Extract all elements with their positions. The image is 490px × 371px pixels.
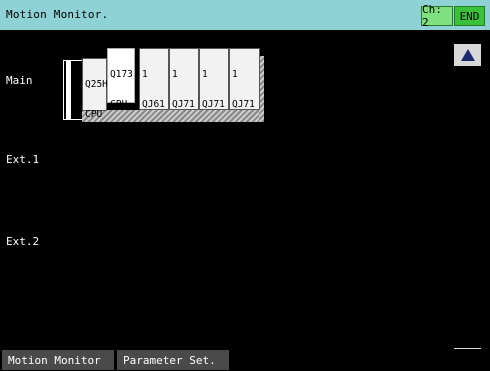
tab-motion-monitor[interactable]: Motion Monitor <box>2 350 114 370</box>
module-points: 32P <box>239 159 257 170</box>
row-label-ext1: Ext.1 <box>6 153 40 166</box>
scroll-up-button[interactable] <box>453 43 482 67</box>
module-slot-4[interactable]: 1 QJ71 LP21 32P 20 <box>169 48 199 200</box>
module-points: 32P <box>178 159 196 170</box>
module-label: LP21 <box>202 129 225 140</box>
module-label: CPU <box>85 109 103 120</box>
screen-title: Motion Monitor. <box>6 8 109 21</box>
module-address: 60 <box>245 189 257 200</box>
module-address: 0 <box>160 189 166 200</box>
module-label: 1 <box>85 139 91 150</box>
module-address: 20 <box>184 189 196 200</box>
module-slot-5[interactable]: 1 QJ71 LP21 32P 40 <box>199 48 229 200</box>
title-bar: Motion Monitor. Ch: 2 END <box>0 0 490 30</box>
module-points: 32P <box>148 159 166 170</box>
module-label: Q173 <box>110 69 133 80</box>
row-label-ext2: Ext.2 <box>6 235 40 248</box>
module-label: QJ71 <box>172 99 195 110</box>
module-label: LP21 <box>172 129 195 140</box>
row-label-main: Main <box>6 74 33 87</box>
module-points: 32P <box>208 159 226 170</box>
module-label: 2 <box>110 129 116 140</box>
module-label: BT11 <box>142 129 165 140</box>
module-slot-cpu2[interactable]: Q173 CPU 2 <box>107 48 135 140</box>
power-supply-bar <box>66 60 71 120</box>
module-label: CPU <box>110 99 128 110</box>
tab-parameter-set[interactable]: Parameter Set. <box>117 350 229 370</box>
module-label: LP21 <box>232 129 255 140</box>
module-slot-cpu1[interactable]: Q25H CPU 1 <box>82 58 108 150</box>
module-label: QJ71 <box>232 99 255 110</box>
module-label: Q25H <box>85 79 108 90</box>
triangle-up-icon <box>460 49 475 61</box>
end-button[interactable]: END <box>454 6 485 26</box>
base-unit-rack: Q25H CPU 1 Q173 CPU 2 1 QJ61 BT11 32P 0 … <box>63 48 268 200</box>
module-slot-3[interactable]: 1 QJ61 BT11 32P 0 <box>139 48 169 200</box>
module-label: 1 <box>172 69 178 80</box>
channel-button[interactable]: Ch: 2 <box>421 3 453 29</box>
module-label: 1 <box>232 69 238 80</box>
module-label: 1 <box>202 69 208 80</box>
module-label: 1 <box>142 69 148 80</box>
module-slot-6[interactable]: 1 QJ71 LP21 32P 60 <box>229 48 260 200</box>
bottom-tab-bar: Motion Monitor Parameter Set. <box>0 349 490 371</box>
module-label: QJ61 <box>142 99 165 110</box>
module-label: QJ71 <box>202 99 225 110</box>
module-address: 40 <box>214 189 226 200</box>
